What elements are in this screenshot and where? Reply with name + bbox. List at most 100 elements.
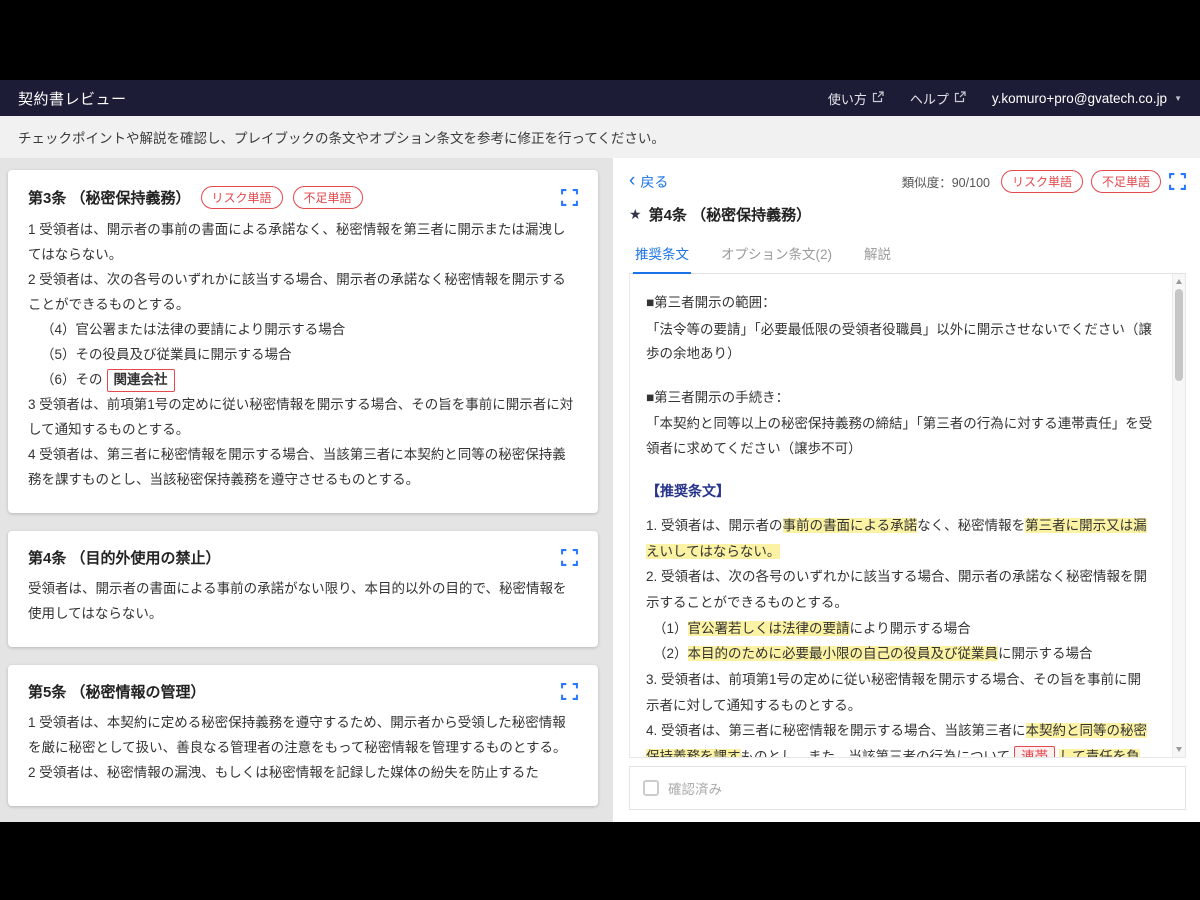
back-button[interactable]: ‹ 戻る bbox=[629, 172, 668, 192]
contract-paragraph: 4 受領者は、第三者に秘密情報を開示する場合、当該第三者に本契約と同等の秘密保持… bbox=[28, 443, 578, 493]
usage-link[interactable]: 使い方 bbox=[828, 89, 884, 108]
recommended-paragraph: 4. 受領者は、第三者に秘密情報を開示する場合、当該第三者に本契約と同等の秘密保… bbox=[646, 718, 1153, 758]
clause-card-title: 第4条 （目的外使用の禁止） bbox=[28, 547, 221, 568]
instruction-text: チェックポイントや解説を確認し、プレイブックの条文やオプション条文を参考に修正を… bbox=[18, 131, 665, 146]
highlighted-text: 官公署若しくは法律の要請 bbox=[688, 621, 850, 636]
flagged-term[interactable]: 関連会社 bbox=[107, 369, 175, 392]
expand-icon[interactable] bbox=[561, 683, 578, 700]
recommended-clause-heading: 【推奨条文】 bbox=[646, 481, 1153, 501]
text-segment: （4）官公署または法律の要請により開示する場合 bbox=[41, 322, 345, 337]
tab-recommended-clause[interactable]: 推奨条文 bbox=[633, 235, 691, 274]
back-label: 戻る bbox=[640, 172, 668, 192]
confirm-footer: 確認済み bbox=[629, 766, 1186, 810]
clause-text: 受領者は、開示者の書面による事前の承諾がない限り、本目的以外の目的で、秘密情報を… bbox=[28, 577, 578, 627]
card-header: 第3条 （秘密保持義務） リスク単語 不足単語 bbox=[28, 186, 578, 209]
back-chevron-icon: ‹ bbox=[629, 171, 635, 190]
text-segment: （5）その役員及び従業員に開示する場合 bbox=[41, 347, 292, 362]
flagged-term[interactable]: 連帯 bbox=[1014, 746, 1055, 758]
account-menu[interactable]: y.komuro+pro@gvatech.co.jp ▼ bbox=[992, 91, 1182, 106]
help-link-label: ヘルプ bbox=[910, 89, 949, 108]
app-title: 契約書レビュー bbox=[18, 88, 127, 109]
detail-toolbar: ‹ 戻る 類似度：90/100 リスク単語 不足単語 bbox=[629, 170, 1186, 193]
clause-text: 1 受領者は、本契約に定める秘密保持義務を遵守するため、開示者から受領した秘密情… bbox=[28, 711, 578, 786]
scroll-down-arrow-icon[interactable] bbox=[1176, 747, 1182, 752]
text-segment: （2） bbox=[653, 646, 688, 661]
chevron-down-icon: ▼ bbox=[1174, 94, 1182, 103]
contract-paragraph: 2 受領者は、秘密情報の漏洩、もしくは秘密情報を記録した媒体の紛失を防止するた bbox=[28, 761, 578, 786]
tab-commentary[interactable]: 解説 bbox=[862, 235, 893, 273]
text-segment: 3 受領者は、前項第1号の定めに従い秘密情報を開示する場合、その旨を事前に開示者… bbox=[28, 397, 573, 437]
text-segment: により開示する場合 bbox=[850, 621, 971, 636]
recommended-paragraph: 1. 受領者は、開示者の事前の書面による承諾なく、秘密情報を第三者に開示又は漏え… bbox=[646, 513, 1153, 564]
checkpoint-body: 「本契約と同等以上の秘密保持義務の締結」「第三者の行為に対する連帯責任」を受領者… bbox=[646, 412, 1153, 461]
contract-paragraph: （6）その関連会社 bbox=[28, 368, 578, 393]
screen: 契約書レビュー 使い方 ヘルプ bbox=[0, 0, 1200, 900]
text-segment: 1 受領者は、本契約に定める秘密保持義務を遵守するため、開示者から受領した秘密情… bbox=[28, 715, 567, 755]
scroll-up-arrow-icon[interactable] bbox=[1176, 279, 1182, 284]
contract-paragraph: （5）その役員及び従業員に開示する場合 bbox=[28, 343, 578, 368]
help-link[interactable]: ヘルプ bbox=[910, 89, 966, 108]
contract-review-app: 契約書レビュー 使い方 ヘルプ bbox=[0, 80, 1200, 822]
star-icon[interactable]: ★ bbox=[629, 206, 642, 223]
risk-word-badge: リスク単語 bbox=[201, 186, 283, 209]
detail-tabs: 推奨条文 オプション条文(2) 解説 bbox=[629, 235, 1186, 274]
highlighted-text: 事前の書面による承諾 bbox=[783, 518, 918, 533]
expand-icon[interactable] bbox=[561, 549, 578, 566]
detail-title-row: ★ 第4条 （秘密保持義務） bbox=[629, 204, 1186, 225]
clause-card-title: 第3条 （秘密保持義務） bbox=[28, 187, 191, 208]
text-segment: 4. 受領者は、第三者に秘密情報を開示する場合、当該第三者に bbox=[646, 723, 1026, 738]
text-segment: 2 受領者は、次の各号のいずれかに該当する場合、開示者の承諾なく秘密情報を開示す… bbox=[28, 272, 566, 312]
expand-icon[interactable] bbox=[1169, 173, 1186, 190]
contract-paragraph: 1 受領者は、開示者の事前の書面による承諾なく、秘密情報を第三者に開示または漏洩… bbox=[28, 218, 578, 268]
text-segment: （1） bbox=[653, 621, 688, 636]
clause-card-article4[interactable]: 第4条 （目的外使用の禁止） 受領者は、開示者の書面による事前の承諾がない限り、… bbox=[8, 531, 598, 647]
usage-link-label: 使い方 bbox=[828, 89, 867, 108]
clause-text: 1 受領者は、開示者の事前の書面による承諾なく、秘密情報を第三者に開示または漏洩… bbox=[28, 218, 578, 493]
checkpoint-heading: ■第三者開示の範囲： bbox=[646, 292, 1153, 315]
checkpoint-body: 「法令等の要請」「必要最低限の受領者役職員」以外に開示させないでください（譲歩の… bbox=[646, 318, 1153, 367]
external-link-icon bbox=[872, 91, 884, 106]
clause-card-article5[interactable]: 第5条 （秘密情報の管理） 1 受領者は、本契約に定める秘密保持義務を遵守するた… bbox=[8, 665, 598, 806]
contract-paragraph: 受領者は、開示者の書面による事前の承諾がない限り、本目的以外の目的で、秘密情報を… bbox=[28, 577, 578, 627]
clause-detail-panel: ‹ 戻る 類似度：90/100 リスク単語 不足単語 bbox=[613, 158, 1200, 822]
recommended-paragraph: （1）官公署若しくは法律の要請により開示する場合 bbox=[646, 616, 1153, 642]
missing-word-badge: 不足単語 bbox=[293, 186, 363, 209]
text-segment: 2. 受領者は、次の各号のいずれかに該当する場合、開示者の承諾なく秘密情報を開示… bbox=[646, 569, 1147, 610]
clause-card-title: 第5条 （秘密情報の管理） bbox=[28, 681, 206, 702]
external-link-icon bbox=[954, 91, 966, 106]
text-segment: に開示する場合 bbox=[998, 646, 1093, 661]
scrollbar[interactable] bbox=[1172, 274, 1185, 757]
clause-list-panel: 第3条 （秘密保持義務） リスク単語 不足単語 1 受領者は、開示者の事前の書面… bbox=[0, 158, 608, 822]
card-header: 第5条 （秘密情報の管理） bbox=[28, 681, 578, 702]
text-segment: 2 受領者は、秘密情報の漏洩、もしくは秘密情報を記録した媒体の紛失を防止するた bbox=[28, 765, 539, 780]
header-right: 使い方 ヘルプ y.komuro+p bbox=[828, 89, 1182, 108]
highlighted-text: 本目的のために必要最小限の自己の役員及び従業員 bbox=[688, 646, 999, 661]
confirmed-checkbox-label: 確認済み bbox=[668, 778, 722, 798]
card-header: 第4条 （目的外使用の禁止） bbox=[28, 547, 578, 568]
app-header: 契約書レビュー 使い方 ヘルプ bbox=[0, 80, 1200, 116]
recommended-paragraph: 3. 受領者は、前項第1号の定めに従い秘密情報を開示する場合、その旨を事前に開示… bbox=[646, 667, 1153, 718]
text-segment: 1. 受領者は、開示者の bbox=[646, 518, 783, 533]
contract-paragraph: 1 受領者は、本契約に定める秘密保持義務を遵守するため、開示者から受領した秘密情… bbox=[28, 711, 578, 761]
text-segment: 受領者は、開示者の書面による事前の承諾がない限り、本目的以外の目的で、秘密情報を… bbox=[28, 581, 567, 621]
account-email: y.komuro+pro@gvatech.co.jp bbox=[992, 91, 1167, 106]
recommended-paragraph: 2. 受領者は、次の各号のいずれかに該当する場合、開示者の承諾なく秘密情報を開示… bbox=[646, 564, 1153, 615]
text-segment: （6）その bbox=[41, 372, 103, 387]
missing-word-badge: 不足単語 bbox=[1091, 170, 1161, 193]
recommended-clause-content: ■第三者開示の範囲： 「法令等の要請」「必要最低限の受領者役職員」以外に開示させ… bbox=[629, 274, 1186, 758]
recommended-paragraph: （2）本目的のために必要最小限の自己の役員及び従業員に開示する場合 bbox=[646, 641, 1153, 667]
checkpoint-heading: ■第三者開示の手続き： bbox=[646, 387, 1153, 410]
tab-option-clauses[interactable]: オプション条文(2) bbox=[719, 235, 834, 273]
scrollbar-thumb[interactable] bbox=[1175, 289, 1183, 381]
risk-word-badge: リスク単語 bbox=[1001, 170, 1083, 193]
contract-paragraph: 2 受領者は、次の各号のいずれかに該当する場合、開示者の承諾なく秘密情報を開示す… bbox=[28, 268, 578, 318]
clause-card-article3[interactable]: 第3条 （秘密保持義務） リスク単語 不足単語 1 受領者は、開示者の事前の書面… bbox=[8, 170, 598, 513]
main-area: 第3条 （秘密保持義務） リスク単語 不足単語 1 受領者は、開示者の事前の書面… bbox=[0, 158, 1200, 822]
confirmed-checkbox[interactable] bbox=[643, 780, 659, 796]
instruction-bar: チェックポイントや解説を確認し、プレイブックの条文やオプション条文を参考に修正を… bbox=[0, 116, 1200, 158]
contract-paragraph: 3 受領者は、前項第1号の定めに従い秘密情報を開示する場合、その旨を事前に開示者… bbox=[28, 393, 578, 443]
expand-icon[interactable] bbox=[561, 189, 578, 206]
detail-clause-title: 第4条 （秘密保持義務） bbox=[649, 204, 812, 225]
text-segment: なく、秘密情報を bbox=[917, 518, 1025, 533]
text-segment: ものとし、また、当該第三者の行為について bbox=[741, 749, 1011, 758]
